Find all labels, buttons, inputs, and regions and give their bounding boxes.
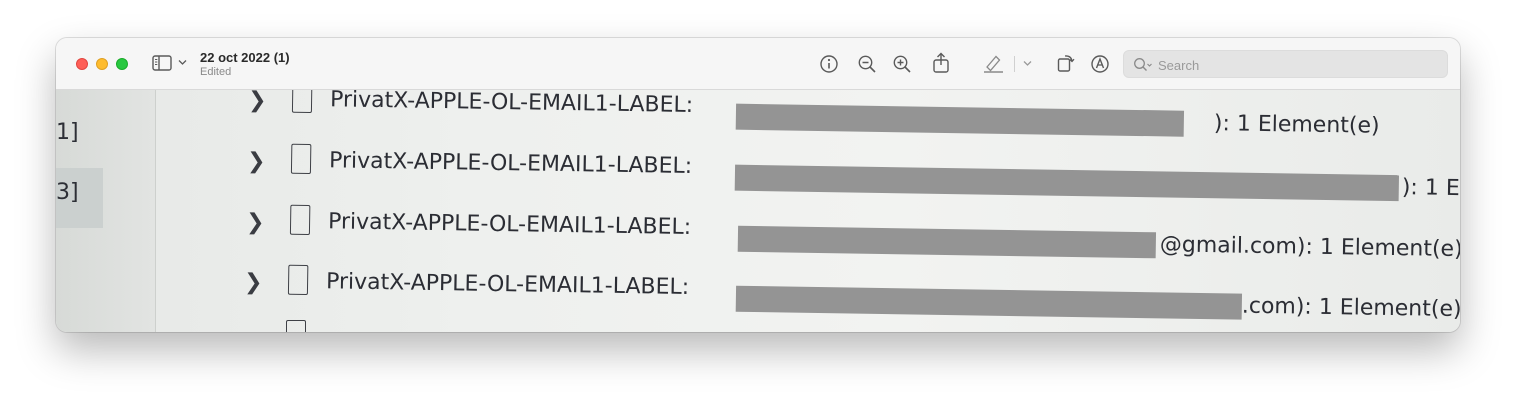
list-item[interactable]: ❯ PrivatX-APPLE-OL-EMAIL1-LABEL: ): 1 El…: [248, 90, 1460, 149]
sidebar-toggle-icon[interactable]: [152, 54, 174, 72]
info-icon[interactable]: [819, 54, 839, 74]
photo-sidebar: 1] 3]: [56, 90, 156, 332]
label-prefix: PrivatX-APPLE-OL-EMAIL1-LABEL:: [329, 90, 694, 118]
chevron-down-icon[interactable]: [1023, 60, 1032, 67]
label-suffix: @gmail.com): 1 Element(e): [1159, 232, 1460, 263]
checkbox[interactable]: [286, 320, 306, 332]
label-prefix: PrivatX-APPLE-OL-EMAIL1-LABEL:: [327, 209, 692, 240]
share-icon[interactable]: [932, 52, 950, 74]
chevron-right-icon[interactable]: ❯: [247, 149, 266, 174]
checkbox[interactable]: [287, 264, 309, 296]
zoom-out-icon[interactable]: [857, 54, 877, 74]
document-title: 22 oct 2022 (1): [200, 50, 290, 65]
minimize-button[interactable]: [96, 58, 108, 70]
highlighter-icon[interactable]: [983, 53, 1005, 73]
zoom-in-icon[interactable]: [892, 54, 912, 74]
rotate-icon[interactable]: [1056, 53, 1076, 73]
list-item[interactable]: [242, 320, 442, 332]
label-list: ❯ PrivatX-APPLE-OL-EMAIL1-LABEL: ): 1 El…: [156, 90, 1460, 332]
search-input[interactable]: [1158, 55, 1438, 75]
sidebar-fragment: 3]: [56, 180, 79, 205]
label-suffix: ): 1 Element(e): [1213, 111, 1380, 139]
search-field[interactable]: [1123, 50, 1448, 78]
title-bar: 22 oct 2022 (1) Edited: [56, 38, 1460, 90]
checkbox[interactable]: [289, 204, 311, 236]
label-suffix: .com): 1 Element(e): [1241, 293, 1460, 323]
label-prefix: PrivatX-APPLE-OL-EMAIL1-LABEL:: [328, 148, 693, 179]
maximize-button[interactable]: [116, 58, 128, 70]
chevron-right-icon[interactable]: ❯: [244, 270, 263, 295]
search-icon: [1133, 57, 1153, 78]
redaction-bar: [734, 164, 1400, 202]
chevron-right-icon[interactable]: ❯: [248, 90, 267, 113]
chevron-right-icon[interactable]: ❯: [246, 210, 265, 235]
redaction-bar: [737, 225, 1157, 259]
checkbox[interactable]: [290, 143, 312, 175]
list-item[interactable]: ❯ PrivatX-APPLE-OL-EMAIL1-LABEL: @gmail.…: [246, 204, 1460, 271]
toolbar-separator: [1014, 56, 1015, 72]
markup-icon[interactable]: [1090, 54, 1110, 74]
sidebar-fragment: 1]: [56, 120, 79, 145]
label-suffix: ): 1 Eleme: [1401, 175, 1460, 202]
document-status: Edited: [200, 66, 232, 78]
redaction-bar: [735, 103, 1185, 137]
image-content: 1] 3] ❯ PrivatX-APPLE-OL-EMAIL1-LABEL: )…: [56, 90, 1460, 332]
redaction-bar: [735, 285, 1243, 320]
close-button[interactable]: [76, 58, 88, 70]
list-item[interactable]: ❯ PrivatX-APPLE-OL-EMAIL1-LABEL: ): 1 El…: [247, 143, 1460, 210]
label-prefix: PrivatX-APPLE-OL-EMAIL1-LABEL:: [325, 269, 690, 300]
chevron-down-icon[interactable]: [178, 59, 187, 66]
preview-window: 22 oct 2022 (1) Edited Search 1] 3] ❯ Pr…: [56, 38, 1460, 332]
checkbox[interactable]: [291, 90, 313, 114]
